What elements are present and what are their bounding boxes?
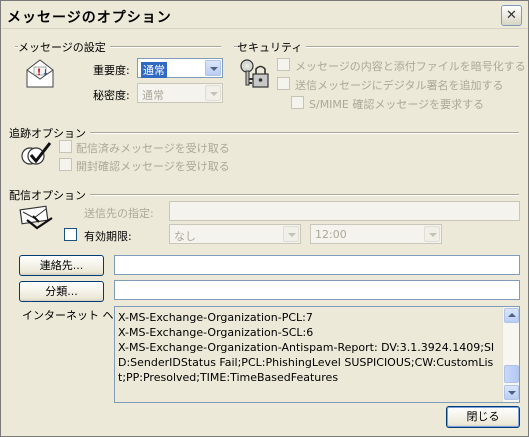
expires-date-value: なし [174,230,196,243]
message-options-dialog: メッセージのオプション ✕ メッセージの設定 ! ↓ 重要度: 通常 秘密度: … [0,0,529,437]
read-receipt-label: 開封確認メッセージを受け取る [76,160,230,173]
categories-button[interactable]: 分類... [19,281,104,302]
close-button[interactable]: 閉じる [446,406,520,428]
encrypt-label: メッセージの内容と添付ファイルを暗号化する [295,60,526,73]
chevron-down-icon[interactable] [205,60,221,76]
contacts-field[interactable] [114,255,520,275]
internet-headers-text: X-MS-Exchange-Organization-PCL:7 X-MS-Ex… [118,311,495,384]
tracking-check-icon [21,142,52,165]
headers-scrollbar[interactable] [502,307,519,402]
delivery-envelope-icon [19,205,53,230]
chevron-down-icon[interactable] [424,226,440,242]
chevron-down-icon[interactable] [283,226,299,242]
importance-label: 重要度: [93,64,130,77]
security-section-label: セキュリティ [237,39,307,55]
title-bar: メッセージのオプション ✕ [1,1,528,29]
contacts-button[interactable]: 連絡先... [19,255,104,276]
expires-date-select[interactable]: なし [169,224,301,244]
importance-value: 通常 [141,62,167,78]
keys-lock-icon [240,59,269,88]
close-icon: ✕ [506,8,517,23]
delivery-section-label: 配信オプション [9,187,90,203]
delivery-receipt-checkbox[interactable] [59,140,72,153]
settings-section-label: メッセージの設定 [18,39,110,55]
dialog-title: メッセージのオプション [7,10,172,26]
smime-checkbox[interactable] [291,96,304,109]
sensitivity-value: 通常 [142,89,164,102]
sensitivity-select[interactable]: 通常 [137,83,223,103]
chevron-down-icon[interactable] [205,85,221,101]
scroll-down-icon[interactable] [504,385,519,400]
categories-field[interactable] [114,280,520,300]
encrypt-checkbox[interactable] [277,58,290,71]
scroll-thumb[interactable] [504,365,519,383]
svg-text:!: ! [37,68,41,78]
svg-text:↓: ↓ [42,68,49,77]
sign-label: 送信メッセージにデジタル署名を追加する [295,79,504,92]
expires-time-select[interactable]: 12:00 [310,224,442,244]
internet-headers-box[interactable]: X-MS-Exchange-Organization-PCL:7 X-MS-Ex… [114,306,520,403]
sign-checkbox[interactable] [277,77,290,90]
reply-to-label: 送信先の指定: [84,207,154,220]
importance-select[interactable]: 通常 [137,58,223,78]
expires-label: 有効期限: [84,230,132,243]
delivery-receipt-label: 配信済みメッセージを受け取る [76,142,230,155]
envelope-importance-icon: ! ↓ [26,59,54,88]
expires-checkbox[interactable] [64,228,77,241]
close-window-button[interactable]: ✕ [501,5,522,26]
expires-time-value: 12:00 [315,228,347,241]
scroll-up-icon[interactable] [504,308,519,323]
reply-to-field[interactable] [169,201,520,221]
smime-label: S/MIME 確認メッセージを要求する [309,98,485,111]
read-receipt-checkbox[interactable] [59,158,72,171]
sensitivity-label: 秘密度: [93,89,130,102]
